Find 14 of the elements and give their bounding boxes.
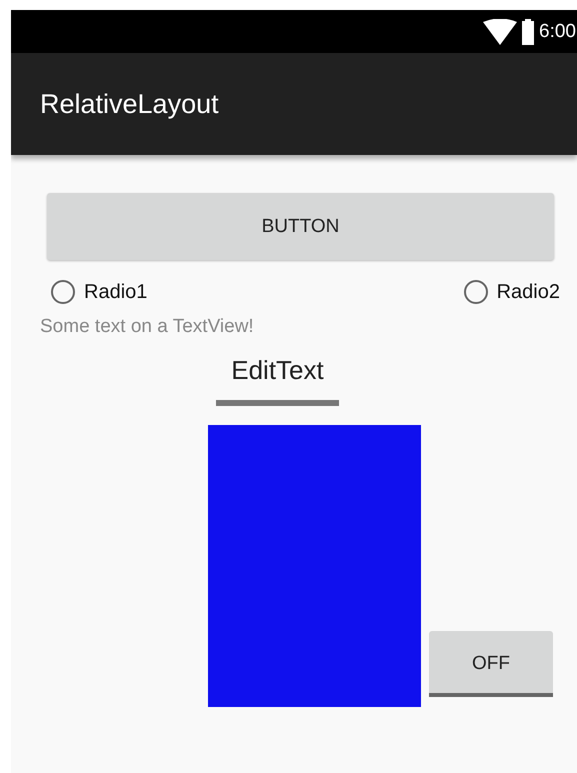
status-time: 6:00	[539, 20, 576, 42]
wifi-icon	[483, 18, 518, 44]
radio-button[interactable]: Radio1	[51, 280, 148, 304]
app-title: RelativeLayout	[40, 88, 219, 120]
edit-text-field[interactable]: EditText	[216, 355, 339, 406]
text-view: Some text on a TextView!	[40, 316, 255, 338]
radio-circle-icon[interactable]	[51, 280, 75, 304]
radio-label: Radio2	[496, 280, 560, 304]
radio-circle-icon[interactable]	[464, 280, 488, 304]
radio-label: Radio1	[84, 280, 148, 304]
battery-icon	[522, 18, 534, 44]
button[interactable]: BUTTON	[47, 193, 554, 260]
radio-button[interactable]: Radio2	[464, 280, 560, 304]
toggle-button[interactable]: OFF	[429, 631, 553, 697]
